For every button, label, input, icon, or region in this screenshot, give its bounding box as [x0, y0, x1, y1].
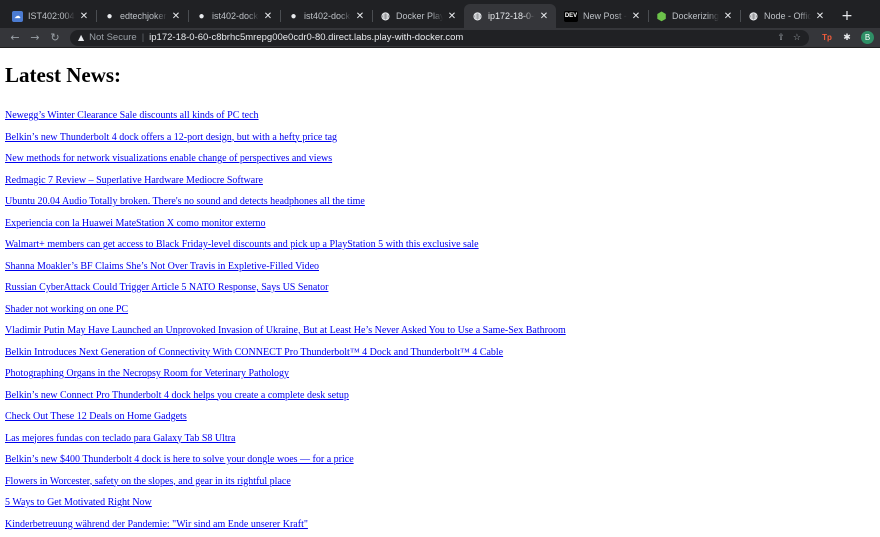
list-item: 5 Ways to Get Motivated Right Now: [5, 494, 875, 516]
news-link[interactable]: Ubuntu 20.04 Audio Totally broken. There…: [5, 196, 365, 207]
news-link[interactable]: New methods for network visualizations e…: [5, 153, 332, 164]
close-icon[interactable]: ✕: [78, 11, 90, 22]
list-item: New methods for network visualizations e…: [5, 150, 875, 172]
list-item: Shader not working on one PC: [5, 301, 875, 323]
globe-icon: ◍: [380, 11, 391, 22]
news-link[interactable]: Redmagic 7 Review – Superlative Hardware…: [5, 175, 263, 186]
node-icon: ⬢: [656, 11, 667, 22]
browser-tab[interactable]: ◍ Node - Officia✕: [740, 4, 832, 28]
news-link[interactable]: Belkin’s new Connect Pro Thunderbolt 4 d…: [5, 390, 349, 401]
url-text[interactable]: ip172-18-0-60-c8brhc5mrepg00e0cdr0-80.di…: [149, 32, 769, 43]
tab-title: Docker Playgr: [396, 11, 443, 21]
news-link[interactable]: Newegg’s Winter Clearance Sale discounts…: [5, 110, 259, 121]
github-icon: ●: [288, 11, 299, 22]
news-link[interactable]: Experiencia con la Huawei MateStation X …: [5, 218, 265, 229]
tab-title: ip172-18-0-6: [488, 11, 535, 21]
close-icon[interactable]: ✕: [538, 11, 550, 22]
tab-title: ist402-docke: [304, 11, 351, 21]
browser-tab[interactable]: ◍ ip172-18-0-6✕: [464, 4, 556, 28]
warning-icon[interactable]: ▲: [78, 33, 84, 42]
list-item: Shanna Moakler’s BF Claims She’s Not Ove…: [5, 258, 875, 280]
list-item: Experiencia con la Huawei MateStation X …: [5, 215, 875, 237]
list-item: Newegg’s Winter Clearance Sale discounts…: [5, 107, 875, 129]
news-link[interactable]: Photographing Organs in the Necropsy Roo…: [5, 368, 289, 379]
back-arrow-icon[interactable]: ←: [6, 29, 24, 47]
page-content: Latest News: Newegg’s Winter Clearance S…: [0, 63, 880, 537]
list-item: Walmart+ members can get access to Black…: [5, 236, 875, 258]
list-item: Belkin’s new Thunderbolt 4 dock offers a…: [5, 129, 875, 151]
address-bar[interactable]: ▲ Not Secure | ip172-18-0-60-c8brhc5mrep…: [70, 30, 809, 46]
news-link[interactable]: Belkin Introduces Next Generation of Con…: [5, 347, 503, 358]
news-link[interactable]: Russian CyberAttack Could Trigger Articl…: [5, 282, 328, 293]
close-icon[interactable]: ✕: [722, 11, 734, 22]
list-item: Kinderbetreuung während der Pandemie: "W…: [5, 516, 875, 537]
list-item: Flowers in Worcester, safety on the slop…: [5, 473, 875, 495]
github-icon: ●: [104, 11, 115, 22]
news-link[interactable]: Flowers in Worcester, safety on the slop…: [5, 476, 291, 487]
cloud-icon: ☁: [12, 11, 23, 22]
tab-title: edtechjoker/d: [120, 11, 167, 21]
news-link[interactable]: Vladimir Putin May Have Launched an Unpr…: [5, 325, 566, 336]
list-item: Photographing Organs in the Necropsy Roo…: [5, 365, 875, 387]
list-item: Belkin’s new Connect Pro Thunderbolt 4 d…: [5, 387, 875, 409]
news-link[interactable]: Las mejores fundas con teclado para Gala…: [5, 433, 235, 444]
list-item: Redmagic 7 Review – Superlative Hardware…: [5, 172, 875, 194]
page-title: Latest News:: [5, 63, 875, 88]
browser-tab[interactable]: ● ist402-docke✕: [280, 4, 372, 28]
browser-tab[interactable]: ◍ Docker Playgr✕: [372, 4, 464, 28]
not-secure-label[interactable]: Not Secure: [89, 32, 137, 43]
globe-icon: ◍: [748, 11, 759, 22]
share-icon[interactable]: ⇪: [777, 33, 785, 43]
close-icon[interactable]: ✕: [170, 11, 182, 22]
list-item: Ubuntu 20.04 Audio Totally broken. There…: [5, 193, 875, 215]
news-list: Newegg’s Winter Clearance Sale discounts…: [5, 107, 875, 537]
news-link[interactable]: 5 Ways to Get Motivated Right Now: [5, 497, 152, 508]
dev-icon: DEV: [564, 11, 578, 22]
list-item: Las mejores fundas con teclado para Gala…: [5, 430, 875, 452]
list-item: Belkin’s new $400 Thunderbolt 4 dock is …: [5, 451, 875, 473]
forward-arrow-icon[interactable]: →: [26, 29, 44, 47]
tab-title: New Post - DE: [583, 11, 627, 21]
github-icon: ●: [196, 11, 207, 22]
tab-strip: ☁IST402:004 -✕●edtechjoker/d✕●ist402-doc…: [0, 0, 880, 28]
browser-tab[interactable]: ● ist402-docke✕: [188, 4, 280, 28]
extensions-puzzle-icon[interactable]: ✱: [839, 30, 855, 46]
new-tab-button[interactable]: +: [836, 4, 858, 28]
list-item: Vladimir Putin May Have Launched an Unpr…: [5, 322, 875, 344]
news-link[interactable]: Belkin’s new $400 Thunderbolt 4 dock is …: [5, 454, 354, 465]
tab-title: IST402:004 -: [28, 11, 75, 21]
news-link[interactable]: Kinderbetreuung während der Pandemie: "W…: [5, 519, 308, 530]
list-item: Check Out These 12 Deals on Home Gadgets: [5, 408, 875, 430]
close-icon[interactable]: ✕: [446, 11, 458, 22]
close-icon[interactable]: ✕: [814, 11, 826, 22]
browser-toolbar: ← → ↻ ▲ Not Secure | ip172-18-0-60-c8brh…: [0, 28, 880, 48]
tab-title: Node - Officia: [764, 11, 811, 21]
news-link[interactable]: Walmart+ members can get access to Black…: [5, 239, 479, 250]
close-icon[interactable]: ✕: [630, 11, 642, 22]
news-link[interactable]: Shader not working on one PC: [5, 304, 128, 315]
close-icon[interactable]: ✕: [262, 11, 274, 22]
browser-tab[interactable]: ☁ IST402:004 -✕: [4, 4, 96, 28]
browser-tab[interactable]: ⬢ Dockerizing a✕: [648, 4, 740, 28]
tab-title: ist402-docke: [212, 11, 259, 21]
omnibox-separator: |: [142, 32, 144, 43]
list-item: Russian CyberAttack Could Trigger Articl…: [5, 279, 875, 301]
news-link[interactable]: Check Out These 12 Deals on Home Gadgets: [5, 411, 187, 422]
bookmark-star-icon[interactable]: ☆: [793, 33, 801, 43]
extension-tp-icon[interactable]: Tp: [819, 30, 835, 46]
news-link[interactable]: Shanna Moakler’s BF Claims She’s Not Ove…: [5, 261, 319, 272]
list-item: Belkin Introduces Next Generation of Con…: [5, 344, 875, 366]
news-link[interactable]: Belkin’s new Thunderbolt 4 dock offers a…: [5, 132, 337, 143]
profile-avatar[interactable]: B: [861, 31, 874, 44]
browser-tab[interactable]: DEV New Post - DE✕: [556, 4, 648, 28]
globe-icon: ◍: [472, 11, 483, 22]
browser-tab[interactable]: ● edtechjoker/d✕: [96, 4, 188, 28]
tab-title: Dockerizing a: [672, 11, 719, 21]
close-icon[interactable]: ✕: [354, 11, 366, 22]
reload-icon[interactable]: ↻: [46, 29, 64, 47]
